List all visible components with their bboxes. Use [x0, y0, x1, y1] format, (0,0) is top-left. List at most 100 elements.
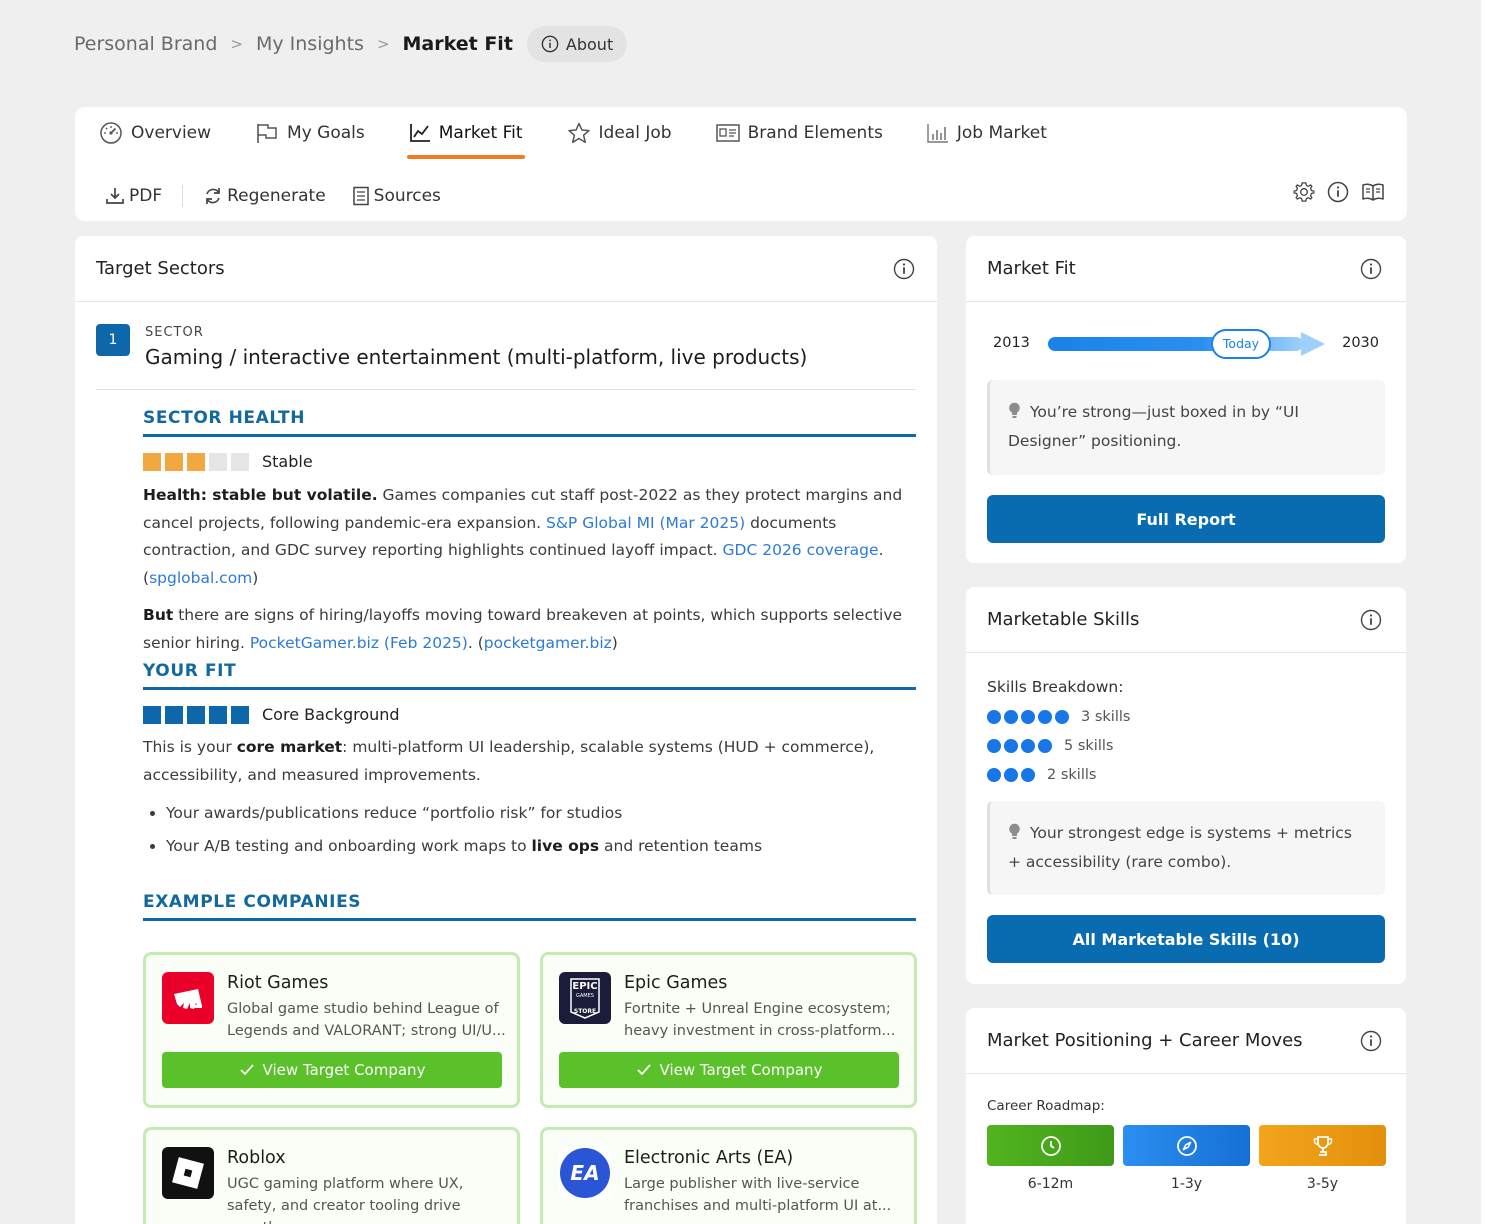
- timeline-end-year: 2030: [1342, 335, 1379, 351]
- toolbar-divider: [182, 185, 184, 207]
- info-icon[interactable]: [1360, 1030, 1382, 1052]
- meter-square-filled: [143, 705, 161, 724]
- breadcrumb-personal-brand[interactable]: Personal Brand: [74, 33, 217, 55]
- meter-square-empty: [231, 452, 249, 471]
- trophy-icon: [1313, 1135, 1332, 1156]
- roadmap-stage-mid[interactable]: [1123, 1125, 1250, 1166]
- company-name: Epic Games: [624, 973, 728, 993]
- logo-text: EA: [570, 1161, 600, 1185]
- list-item: Your A/B testing and onboarding work map…: [166, 830, 916, 863]
- text: ): [252, 568, 259, 587]
- riot-logo: [162, 972, 214, 1024]
- logo-text: GAMES: [576, 993, 594, 999]
- breadcrumb-separator: >: [230, 35, 243, 53]
- bold-text: But: [143, 606, 174, 624]
- meter-square-filled: [143, 452, 161, 471]
- regenerate-button[interactable]: Regenerate: [203, 186, 326, 206]
- tab-job-market[interactable]: Job Market: [925, 107, 1049, 159]
- tab-label: My Goals: [287, 123, 365, 143]
- info-icon[interactable]: [1327, 181, 1349, 203]
- section-heading: YOUR FIT: [143, 661, 916, 690]
- tab-ideal-job[interactable]: Ideal Job: [565, 107, 674, 159]
- view-target-company-button[interactable]: View Target Company: [162, 1052, 502, 1088]
- meter-square-filled: [187, 452, 205, 471]
- gauge-icon: [100, 122, 122, 144]
- source-link[interactable]: S&P Global MI (Mar 2025): [546, 514, 745, 532]
- list-item: Your awards/publications reduce “portfol…: [166, 797, 916, 830]
- insight-text: You’re strong—just boxed in by “UI Desig…: [1008, 403, 1299, 450]
- full-report-button[interactable]: Full Report: [987, 495, 1385, 543]
- source-link[interactable]: GDC 2026 coverage: [723, 541, 879, 559]
- meter-square-empty: [209, 452, 227, 471]
- button-label: View Target Company: [262, 1061, 426, 1079]
- bold-text: Health: stable but volatile.: [143, 486, 378, 504]
- button-label: View Target Company: [659, 1061, 823, 1079]
- text: and retention teams: [599, 837, 763, 855]
- example-companies-section: EXAMPLE COMPANIES: [143, 892, 916, 921]
- logo-text: EPIC: [572, 981, 598, 992]
- tab-label: Job Market: [956, 123, 1047, 143]
- all-marketable-skills-button[interactable]: All Marketable Skills (10): [987, 915, 1385, 963]
- timeline-start-year: 2013: [993, 335, 1030, 351]
- skill-dot: [1038, 710, 1052, 724]
- company-name: Roblox: [227, 1148, 286, 1168]
- company-card-riot: Riot Games Global game studio behind Lea…: [143, 952, 520, 1108]
- source-link[interactable]: spglobal.com: [149, 569, 252, 587]
- company-description: UGC gaming platform where UX, safety, an…: [227, 1176, 464, 1224]
- market-fit-insight: You’re strong—just boxed in by “UI Desig…: [987, 380, 1385, 475]
- bold-text: live ops: [531, 837, 600, 855]
- text: . (: [467, 633, 484, 652]
- info-icon[interactable]: [893, 258, 915, 280]
- flag-icon: [257, 124, 277, 143]
- skill-row: 2 skills: [987, 767, 1096, 783]
- card-header: Marketable Skills: [966, 587, 1406, 653]
- sector-number-badge: 1: [96, 324, 130, 356]
- about-label: About: [565, 34, 614, 54]
- tab-brand-elements[interactable]: Brand Elements: [714, 107, 885, 159]
- meter-label: Core Background: [262, 705, 400, 724]
- company-name: Electronic Arts (EA): [624, 1148, 794, 1168]
- company-card-ea: EA Electronic Arts (EA) Large publisher …: [540, 1127, 917, 1224]
- info-icon: [541, 35, 559, 53]
- tab-label: Brand Elements: [747, 123, 883, 143]
- gear-icon[interactable]: [1293, 181, 1315, 203]
- roadmap-stage-short[interactable]: [987, 1125, 1114, 1166]
- tab-my-goals[interactable]: My Goals: [253, 107, 367, 159]
- source-link[interactable]: PocketGamer.biz (Feb 2025): [250, 634, 468, 652]
- skill-dot: [1055, 710, 1069, 724]
- pdf-button[interactable]: PDF: [105, 186, 162, 206]
- roadmap-stage-label: 6-12m: [1027, 1176, 1074, 1192]
- about-button[interactable]: About: [526, 26, 628, 62]
- info-icon[interactable]: [1360, 258, 1382, 280]
- source-link[interactable]: pocketgamer.biz: [484, 634, 612, 652]
- pdf-label: PDF: [129, 186, 163, 206]
- skill-dot: [1004, 739, 1018, 753]
- tab-overview[interactable]: Overview: [97, 107, 213, 159]
- skill-dot: [1021, 768, 1035, 782]
- health-paragraph: Health: stable but volatile. Games compa…: [143, 482, 916, 592]
- career-roadmap-label: Career Roadmap:: [987, 1098, 1105, 1114]
- marketable-skills-card: Marketable Skills Skills Breakdown: 3 sk…: [966, 587, 1406, 984]
- roadmap-stage-label: 1-3y: [1170, 1176, 1203, 1192]
- tab-market-fit[interactable]: Market Fit: [406, 107, 525, 159]
- company-card-epic: EPIC GAMES STORE Epic Games Fortnite + U…: [540, 952, 917, 1108]
- sector-header: 1 SECTOR Gaming / interactive entertainm…: [96, 324, 916, 390]
- sources-label: Sources: [373, 186, 441, 206]
- breadcrumb: Personal Brand > My Insights > Market Fi…: [74, 26, 628, 62]
- skill-dot: [987, 739, 1001, 753]
- view-target-company-button[interactable]: View Target Company: [559, 1052, 899, 1088]
- roadmap-stage-label: 3-5y: [1306, 1176, 1339, 1192]
- clock-icon: [1040, 1135, 1061, 1156]
- roadmap-stage-long[interactable]: [1259, 1125, 1386, 1166]
- breadcrumb-separator: >: [376, 35, 390, 53]
- card-header: Market Positioning + Career Moves: [966, 1008, 1406, 1074]
- meter-square-filled: [231, 705, 249, 724]
- sources-button[interactable]: Sources: [352, 186, 441, 206]
- skill-dot: [1021, 710, 1035, 724]
- card-title: Market Positioning + Career Moves: [987, 1030, 1303, 1051]
- meter-square-filled: [187, 705, 205, 724]
- info-icon[interactable]: [1360, 609, 1382, 631]
- card-title: Market Fit: [987, 258, 1076, 279]
- breadcrumb-my-insights[interactable]: My Insights: [256, 33, 364, 55]
- book-icon[interactable]: [1361, 182, 1385, 202]
